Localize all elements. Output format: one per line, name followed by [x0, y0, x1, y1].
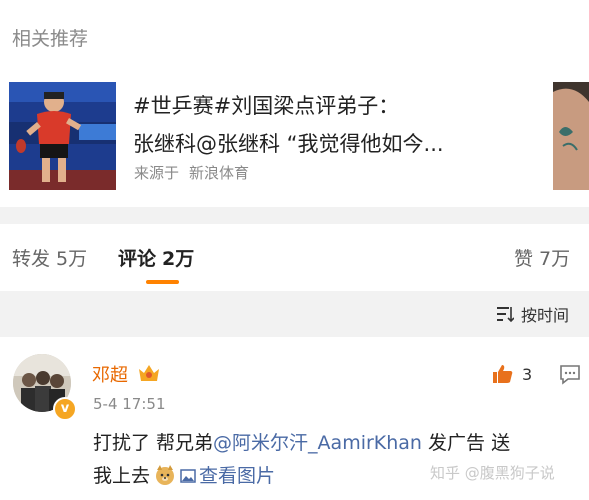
image-icon: [180, 469, 196, 483]
tab-likes-label: 赞: [514, 248, 534, 270]
table-tennis-player-image: [9, 82, 116, 190]
related-card-source-name: 新浪体育: [189, 164, 250, 182]
watermark: 知乎 @腹黑狗子说: [430, 464, 555, 482]
tab-comments-label: 评论: [118, 248, 157, 270]
comment-text-line2: 我上去 查看图片: [93, 461, 275, 488]
comment-text: 打扰了 帮兄弟: [93, 432, 214, 454]
related-card-thumbnail[interactable]: [9, 82, 116, 190]
comment-timestamp: 5-4 17:51: [93, 395, 166, 413]
related-card-source: 来源于 新浪体育: [134, 162, 259, 183]
comment-text-end: 我上去: [93, 465, 151, 487]
view-image-link[interactable]: 查看图片: [199, 465, 275, 487]
tab-comments-count: 2万: [162, 248, 195, 270]
comment-text-line1: 打扰了 帮兄弟@阿米尔汗_AamirKhan 发广告 送: [93, 428, 510, 455]
comment-text-cont: 发广告 送: [421, 432, 511, 454]
related-card-title-line1[interactable]: #世乒赛#刘国梁点评弟子：: [133, 90, 399, 120]
active-tab-indicator: [146, 280, 179, 284]
mention-link[interactable]: @阿米尔汗_AamirKhan: [213, 432, 422, 454]
tattoo-photo-image: [553, 82, 589, 190]
related-card-source-prefix: 来源于: [134, 164, 180, 182]
doge-emoji-icon: [156, 465, 175, 485]
tab-repost-count: 5万: [56, 248, 88, 270]
sort-icon[interactable]: [496, 305, 514, 323]
tab-likes-count: 7万: [539, 248, 571, 270]
related-card-thumbnail-next[interactable]: [553, 82, 589, 190]
reply-icon[interactable]: [558, 363, 582, 385]
sort-by-time-button[interactable]: 按时间: [521, 302, 569, 326]
tab-repost-label: 转发: [12, 248, 51, 270]
vip-crown-icon: [139, 365, 159, 381]
related-card-title-line2[interactable]: 张继科@张继科 “我觉得他如今...: [133, 128, 444, 158]
related-section-title: 相关推荐: [12, 28, 89, 50]
verified-badge-icon: v: [53, 397, 77, 421]
interaction-tabs: [0, 224, 589, 291]
thumbs-up-icon[interactable]: [491, 363, 515, 385]
tab-repost[interactable]: 转发 5万: [12, 244, 87, 271]
tab-likes[interactable]: 赞 7万: [514, 244, 570, 271]
tab-comments[interactable]: 评论 2万: [118, 244, 194, 271]
comment-username[interactable]: 邓超: [92, 361, 128, 387]
like-count: 3: [522, 365, 533, 384]
